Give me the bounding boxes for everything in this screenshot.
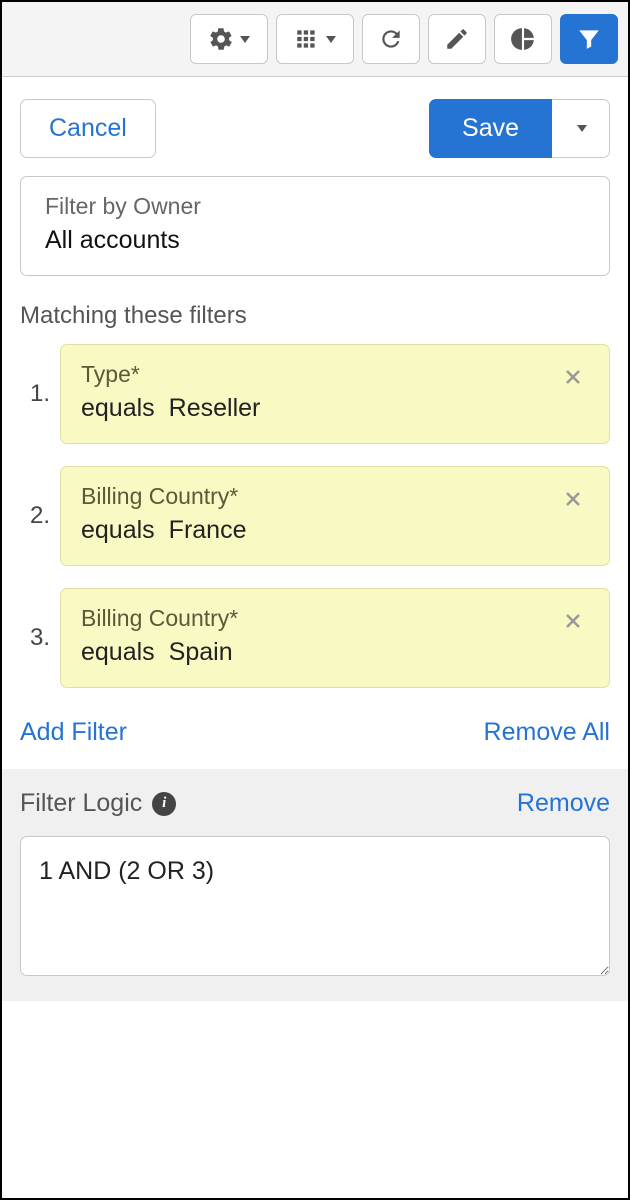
owner-filter-value: All accounts: [45, 226, 585, 255]
filter-content: Type* equals Reseller: [81, 361, 557, 423]
filter-card[interactable]: Type* equals Reseller: [60, 344, 610, 444]
filters-list: 1. Type* equals Reseller 2. Billing Count…: [2, 344, 628, 688]
filter-card[interactable]: Billing Country* equals Spain: [60, 588, 610, 688]
filter-number: 1.: [20, 380, 60, 408]
settings-button[interactable]: [190, 14, 268, 64]
filter-remove-button[interactable]: [557, 483, 589, 520]
filter-icon: [576, 26, 602, 52]
filter-logic-input[interactable]: [20, 836, 610, 976]
filter-card[interactable]: Billing Country* equals France: [60, 466, 610, 566]
filter-operator: equals: [81, 638, 155, 666]
close-icon: [561, 609, 585, 633]
toolbar: [2, 2, 628, 77]
filter-operator: equals: [81, 394, 155, 422]
info-icon[interactable]: i: [152, 792, 176, 816]
table-icon: [294, 26, 320, 52]
chevron-down-icon: [326, 36, 336, 43]
save-button-group: Save: [429, 99, 610, 158]
filter-number: 2.: [20, 502, 60, 530]
filter-field: Billing Country*: [81, 605, 557, 632]
pencil-icon: [444, 26, 470, 52]
filter-logic-label: Filter Logic: [20, 789, 142, 818]
filter-value: France: [169, 516, 247, 544]
filter-content: Billing Country* equals Spain: [81, 605, 557, 667]
save-dropdown-button[interactable]: [552, 99, 610, 158]
filter-row: 1. Type* equals Reseller: [20, 344, 610, 444]
filter-content: Billing Country* equals France: [81, 483, 557, 545]
filter-field: Billing Country*: [81, 483, 557, 510]
filter-field: Type*: [81, 361, 557, 388]
filter-remove-button[interactable]: [557, 605, 589, 642]
owner-filter-box[interactable]: Filter by Owner All accounts: [20, 176, 610, 276]
filter-logic-header: Filter Logic i Remove: [20, 789, 610, 818]
close-icon: [561, 487, 585, 511]
filter-number: 3.: [20, 624, 60, 652]
chart-button[interactable]: [494, 14, 552, 64]
remove-logic-link[interactable]: Remove: [517, 789, 610, 818]
add-filter-link[interactable]: Add Filter: [20, 718, 127, 747]
filter-operator: equals: [81, 516, 155, 544]
filter-condition: equals Spain: [81, 638, 557, 667]
pie-chart-icon: [510, 26, 536, 52]
save-button[interactable]: Save: [429, 99, 552, 158]
cancel-button[interactable]: Cancel: [20, 99, 156, 158]
filter-value: Spain: [169, 638, 233, 666]
filter-row: 3. Billing Country* equals Spain: [20, 588, 610, 688]
filter-button[interactable]: [560, 14, 618, 64]
table-view-button[interactable]: [276, 14, 354, 64]
filter-condition: equals Reseller: [81, 394, 557, 423]
edit-button[interactable]: [428, 14, 486, 64]
gear-icon: [208, 26, 234, 52]
refresh-icon: [378, 26, 404, 52]
filter-logic-title: Filter Logic i: [20, 789, 176, 818]
owner-filter-label: Filter by Owner: [45, 193, 585, 220]
remove-all-link[interactable]: Remove All: [484, 718, 610, 747]
action-bar: Cancel Save: [2, 77, 628, 176]
filter-row: 2. Billing Country* equals France: [20, 466, 610, 566]
filter-condition: equals France: [81, 516, 557, 545]
filter-value: Reseller: [169, 394, 261, 422]
chevron-down-icon: [577, 125, 587, 132]
filter-remove-button[interactable]: [557, 361, 589, 398]
close-icon: [561, 365, 585, 389]
filters-section-title: Matching these filters: [20, 302, 610, 330]
filter-logic-section: Filter Logic i Remove: [2, 769, 628, 1001]
filter-actions: Add Filter Remove All: [2, 710, 628, 769]
chevron-down-icon: [240, 36, 250, 43]
refresh-button[interactable]: [362, 14, 420, 64]
